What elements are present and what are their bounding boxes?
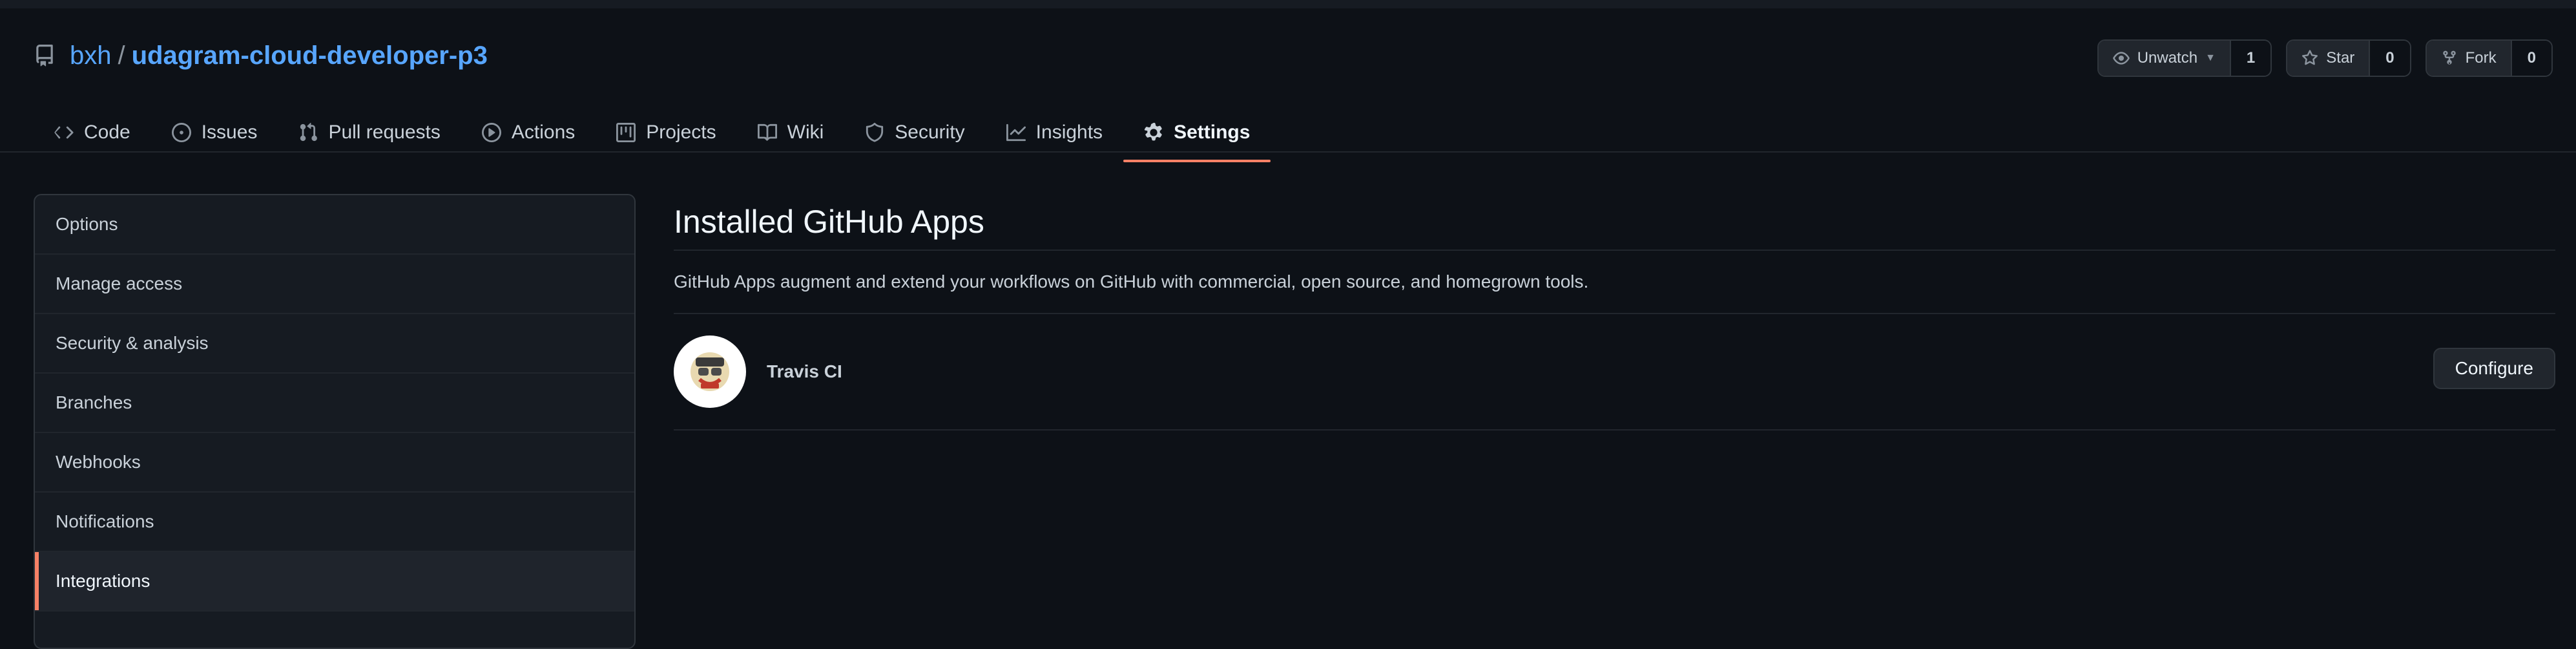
- chevron-down-icon: ▼: [2205, 52, 2216, 63]
- sidebar-item-options[interactable]: Options: [35, 195, 634, 255]
- tab-pull-requests[interactable]: Pull requests: [278, 104, 461, 161]
- app-name[interactable]: Travis CI: [767, 361, 842, 382]
- repo-header: bxh / udagram-cloud-developer-p3 Unwatch…: [0, 8, 2576, 162]
- repo-tabs: Code Issues Pull requests Actions Projec…: [34, 104, 1271, 162]
- gear-icon: [1144, 123, 1162, 141]
- tab-label: Projects: [646, 122, 716, 143]
- tab-label: Insights: [1035, 122, 1103, 143]
- tab-actions[interactable]: Actions: [461, 104, 596, 161]
- sidebar-item-branches[interactable]: Branches: [35, 374, 634, 433]
- star-icon: [2302, 50, 2318, 65]
- tab-issues[interactable]: Issues: [151, 104, 278, 161]
- tab-projects[interactable]: Projects: [596, 104, 736, 161]
- travis-ci-logo: [674, 335, 746, 408]
- eye-icon: [2112, 52, 2130, 65]
- page-description: GitHub Apps augment and extend your work…: [674, 251, 2555, 314]
- stars-count[interactable]: 0: [2369, 41, 2410, 76]
- project-icon: [616, 123, 636, 142]
- forks-count[interactable]: 0: [2510, 41, 2551, 76]
- graph-icon: [1006, 123, 1026, 142]
- tab-settings[interactable]: Settings: [1123, 104, 1271, 162]
- issue-icon: [171, 123, 191, 142]
- fork-button-group: Fork 0: [2425, 39, 2553, 77]
- settings-sidebar: Options Manage access Security & analysi…: [34, 194, 636, 649]
- repo-owner-link[interactable]: bxh: [70, 41, 112, 70]
- tab-code[interactable]: Code: [34, 104, 151, 161]
- watch-button-group: Unwatch ▼ 1: [2097, 39, 2272, 77]
- tab-label: Pull requests: [328, 122, 441, 143]
- repo-title: bxh / udagram-cloud-developer-p3: [34, 36, 488, 76]
- sidebar-item-notifications[interactable]: Notifications: [35, 493, 634, 552]
- repo-separator: /: [118, 41, 125, 70]
- shield-icon: [866, 123, 884, 142]
- page-title: Installed GitHub Apps: [674, 194, 2555, 251]
- sidebar-item-manage-access[interactable]: Manage access: [35, 255, 634, 314]
- tab-label: Wiki: [787, 122, 824, 143]
- repo-actions: Unwatch ▼ 1 Star 0 Fork 0: [2097, 39, 2553, 77]
- tab-label: Settings: [1174, 122, 1251, 143]
- sidebar-item-integrations[interactable]: Integrations: [35, 552, 634, 612]
- star-button[interactable]: Star: [2287, 41, 2369, 76]
- code-icon: [54, 126, 74, 139]
- tab-wiki[interactable]: Wiki: [737, 104, 845, 161]
- tab-insights[interactable]: Insights: [986, 104, 1123, 161]
- repo-icon: [36, 45, 53, 67]
- unwatch-label: Unwatch: [2137, 49, 2198, 67]
- configure-button[interactable]: Configure: [2433, 348, 2555, 389]
- book-icon: [757, 123, 777, 141]
- tab-label: Issues: [201, 122, 258, 143]
- installed-app-row: Travis CI Configure: [674, 314, 2555, 431]
- tab-label: Actions: [511, 122, 576, 143]
- tab-label: Security: [895, 122, 965, 143]
- sidebar-item-webhooks[interactable]: Webhooks: [35, 433, 634, 493]
- top-bar: [0, 0, 2576, 8]
- star-button-group: Star 0: [2286, 39, 2411, 77]
- travis-mascot-icon: [691, 352, 729, 391]
- tab-security[interactable]: Security: [844, 104, 985, 161]
- tab-label: Code: [84, 122, 130, 143]
- main-content: Installed GitHub Apps GitHub Apps augmen…: [674, 194, 2555, 431]
- sidebar-item-security-analysis[interactable]: Security & analysis: [35, 314, 634, 374]
- pull-request-icon: [300, 123, 318, 142]
- unwatch-button[interactable]: Unwatch ▼: [2098, 41, 2230, 76]
- fork-icon: [2442, 50, 2456, 65]
- watchers-count[interactable]: 1: [2229, 41, 2271, 76]
- play-icon: [481, 123, 501, 142]
- repo-name-link[interactable]: udagram-cloud-developer-p3: [132, 41, 488, 70]
- fork-button[interactable]: Fork: [2426, 41, 2511, 76]
- star-label: Star: [2326, 49, 2355, 67]
- fork-label: Fork: [2465, 49, 2497, 67]
